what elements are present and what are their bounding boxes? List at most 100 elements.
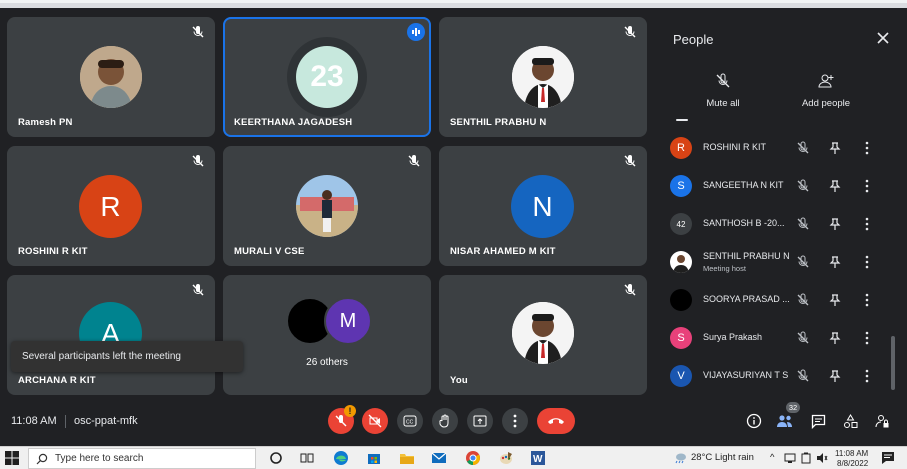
mic-off-icon	[624, 284, 636, 296]
participant-avatar	[670, 289, 692, 311]
participant-mic-off-icon[interactable]	[796, 369, 810, 383]
captions-icon: CC	[403, 415, 417, 427]
info-icon	[746, 413, 762, 429]
participant-mic-off-icon[interactable]	[796, 293, 810, 307]
avatar-photo	[512, 46, 574, 108]
video-tile-archana[interactable]: A ARCHANA R KIT	[7, 275, 215, 395]
participant-mic-off-icon[interactable]	[796, 331, 810, 345]
captions-button[interactable]: CC	[397, 408, 423, 434]
edge-icon[interactable]	[333, 450, 349, 466]
shapes-icon	[843, 413, 857, 428]
panel-title: People	[673, 32, 714, 47]
participant-mic-off-icon[interactable]	[796, 217, 810, 231]
mail-icon[interactable]	[431, 450, 447, 466]
file-explorer-icon[interactable]	[399, 450, 415, 466]
participant-mic-off-icon[interactable]	[796, 141, 810, 155]
video-tile-murali[interactable]: MURALI V CSE	[223, 146, 431, 266]
participant-row[interactable]: SOORYA PRASAD ...	[670, 285, 890, 315]
leave-call-button[interactable]	[537, 408, 575, 434]
taskbar-clock-date[interactable]: 8/8/2022	[837, 459, 868, 468]
word-icon[interactable]: W	[530, 450, 546, 466]
more-vert-icon[interactable]	[865, 141, 869, 155]
participant-avatar: V	[670, 365, 692, 387]
mic-off-icon	[192, 284, 204, 296]
participant-row[interactable]: 42 SANTHOSH B -20...	[670, 209, 890, 239]
participant-row[interactable]: S SANGEETHA N KIT	[670, 171, 890, 201]
taskbar-clock-time[interactable]: 11:08 AM	[835, 449, 868, 458]
pin-icon[interactable]	[828, 369, 842, 383]
avatar-circle: 23	[296, 46, 358, 108]
host-controls-button[interactable]	[872, 411, 892, 431]
svg-text:W: W	[533, 454, 543, 465]
weather-text[interactable]: 28°C Light rain	[691, 452, 754, 463]
camera-toggle-button[interactable]	[362, 408, 388, 434]
more-vert-icon	[513, 414, 517, 428]
participant-row[interactable]: R ROSHINI R KIT	[670, 133, 890, 163]
mute-all-button[interactable]: Mute all	[698, 72, 748, 109]
video-tile-you[interactable]: You	[439, 275, 647, 395]
video-tile-nisar[interactable]: N NISAR AHAMED M KIT	[439, 146, 647, 266]
pin-icon[interactable]	[828, 293, 842, 307]
activities-button[interactable]	[840, 411, 860, 431]
volume-icon[interactable]	[816, 452, 828, 464]
participant-mic-off-icon[interactable]	[796, 179, 810, 193]
more-vert-icon[interactable]	[865, 255, 869, 269]
participant-avatar: S	[670, 175, 692, 197]
notifications-icon[interactable]	[881, 451, 895, 465]
participant-avatar-photo	[670, 251, 692, 273]
pin-icon[interactable]	[828, 217, 842, 231]
participant-row[interactable]: S Surya Prakash	[670, 323, 890, 353]
pin-icon[interactable]	[828, 255, 842, 269]
participant-mic-off-icon[interactable]	[796, 255, 810, 269]
battery-icon[interactable]	[800, 452, 812, 464]
video-tile-senthil[interactable]: SENTHIL PRABHU N	[439, 17, 647, 137]
mic-off-icon	[624, 155, 636, 167]
avatar-circle: R	[79, 175, 142, 238]
chat-button[interactable]	[808, 411, 828, 431]
avatar-photo	[512, 302, 574, 364]
video-tile-keerthana[interactable]: 23 KEERTHANA JAGADESH	[223, 17, 431, 137]
participant-name: KEERTHANA JAGADESH	[234, 117, 353, 128]
mic-off-icon	[408, 155, 420, 167]
video-tile-ramesh[interactable]: Ramesh PN	[7, 17, 215, 137]
mic-off-icon	[192, 26, 204, 38]
others-count-label: 26 others	[306, 357, 348, 368]
meeting-details-button[interactable]	[744, 411, 764, 431]
panel-scrollbar[interactable]	[891, 336, 895, 390]
avatar-circle: N	[511, 175, 574, 238]
svg-text:CC: CC	[406, 420, 414, 426]
pin-icon[interactable]	[828, 331, 842, 345]
store-icon[interactable]	[366, 450, 382, 466]
cortana-icon[interactable]	[268, 450, 284, 466]
pin-icon[interactable]	[828, 179, 842, 193]
more-vert-icon[interactable]	[865, 369, 869, 383]
participant-row[interactable]: V VIJAYASURIYAN T S	[670, 361, 890, 391]
hang-up-icon	[548, 418, 564, 424]
taskbar-search[interactable]: Type here to search	[28, 448, 256, 469]
more-vert-icon[interactable]	[865, 293, 869, 307]
present-screen-button[interactable]	[467, 408, 493, 434]
participant-row[interactable]: SENTHIL PRABHU N Meeting host	[670, 247, 890, 277]
paint-icon[interactable]	[498, 450, 514, 466]
more-vert-icon[interactable]	[865, 331, 869, 345]
windows-start-icon[interactable]	[5, 451, 19, 465]
raise-hand-button[interactable]	[432, 408, 458, 434]
present-icon	[473, 415, 487, 427]
close-icon[interactable]	[875, 30, 891, 46]
network-icon[interactable]	[784, 452, 796, 464]
task-view-icon[interactable]	[299, 450, 315, 466]
more-vert-icon[interactable]	[865, 179, 869, 193]
people-button[interactable]	[775, 411, 795, 431]
add-people-button[interactable]: Add people	[794, 72, 858, 109]
more-options-button[interactable]	[502, 408, 528, 434]
meeting-code: osc-ppat-mfk	[74, 415, 138, 427]
avatar-photo	[80, 46, 142, 108]
video-tile-roshini[interactable]: R ROSHINI R KIT	[7, 146, 215, 266]
chat-icon	[811, 414, 825, 429]
more-vert-icon[interactable]	[865, 217, 869, 231]
participant-name: MURALI V CSE	[234, 246, 305, 257]
pin-icon[interactable]	[828, 141, 842, 155]
chrome-icon[interactable]	[465, 450, 481, 466]
video-tile-others[interactable]: M 26 others	[223, 275, 431, 395]
show-hidden-icons[interactable]: ^	[770, 452, 774, 463]
